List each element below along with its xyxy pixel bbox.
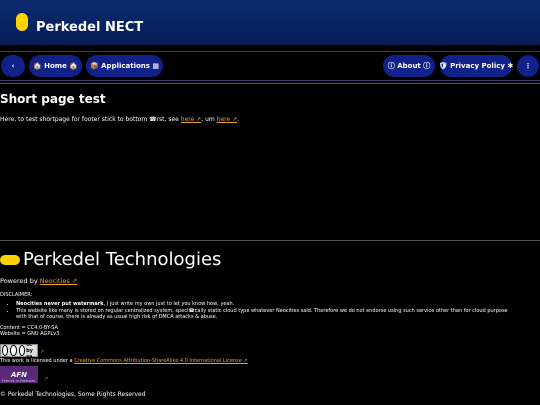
disclaimer-item-2-text: This website like many is stored on regu… <box>16 307 508 314</box>
powered-by-label: Powered by <box>0 277 38 285</box>
cc-license-link[interactable]: Creative Commons Attribution-ShareAlike … <box>74 358 247 364</box>
disclaimer-list: Neocities never put watermark, I just wr… <box>8 301 508 321</box>
disclaimer-item-2-continued: with that of course, there is already as… <box>16 314 218 320</box>
disclaimer-item-1-bold: Neocities never put watermark <box>16 301 104 307</box>
here-link-1[interactable]: here ↗ <box>181 116 201 123</box>
license-statement-text: This work is licensed under a <box>0 358 73 364</box>
by-icon <box>10 345 17 356</box>
disclaimer-item-1-text: , I just write my own just to let you kn… <box>103 301 235 307</box>
intro-text: Here, to test shortpage for footer stick… <box>0 116 239 123</box>
page-title: Short page test <box>0 92 106 106</box>
footer-divider <box>0 240 540 241</box>
footer-title: Perkedel Technologies <box>23 249 222 270</box>
neocities-link[interactable]: Neocities ↗ <box>40 277 77 285</box>
intro-text-post: . <box>237 116 240 123</box>
afn-caption: Free as in Freedom <box>2 379 36 383</box>
disclaimer-item: This website like many is stored on regu… <box>16 308 508 321</box>
site-brand[interactable]: Perkedel NECT <box>36 20 143 36</box>
cc-badge-label: cc by sa <box>26 341 33 360</box>
here-link-2[interactable]: here ↗ <box>217 116 237 123</box>
license-statement: This work is licensed under a Creative C… <box>0 358 248 365</box>
footer-brand: Perkedel Technologies <box>0 250 221 270</box>
sa-icon <box>18 345 26 356</box>
divider <box>0 83 540 84</box>
top-header: Perkedel NECT <box>0 0 540 45</box>
intro-text-mid: , um <box>201 116 215 123</box>
website-license: Website = GNU AGPLv3 <box>0 331 60 337</box>
menu-button[interactable]: ⋮ <box>517 55 539 77</box>
powered-by: Powered by Neocities ↗ <box>0 278 77 285</box>
nav-applications[interactable]: 📦 Applications ▦ <box>86 55 163 77</box>
back-button[interactable]: ‹ <box>1 55 25 77</box>
intro-text-pre: Here, to test shortpage for footer stick… <box>0 116 179 123</box>
brand-logo-icon[interactable] <box>16 13 28 31</box>
cc-icon <box>2 345 9 356</box>
disclaimer-label: DISCLAIMER: <box>0 292 33 298</box>
external-link-icon[interactable]: ↗ <box>40 349 44 355</box>
navbar: ‹ 🏠 Home 🏠 📦 Applications ▦ ⓘ About ⓘ 🛡 … <box>0 51 540 81</box>
copyright: © Perkedel Technologies, Some Rights Res… <box>0 391 146 398</box>
nav-about[interactable]: ⓘ About ⓘ <box>383 55 435 77</box>
cc-license-badge[interactable]: cc by sa <box>0 341 38 360</box>
footer-logo-icon <box>0 255 20 265</box>
nav-home[interactable]: 🏠 Home 🏠 <box>29 55 82 77</box>
nav-privacy-policy[interactable]: 🛡 Privacy Policy ✱ <box>439 55 513 77</box>
external-link-icon[interactable]: ↗ <box>44 376 48 382</box>
